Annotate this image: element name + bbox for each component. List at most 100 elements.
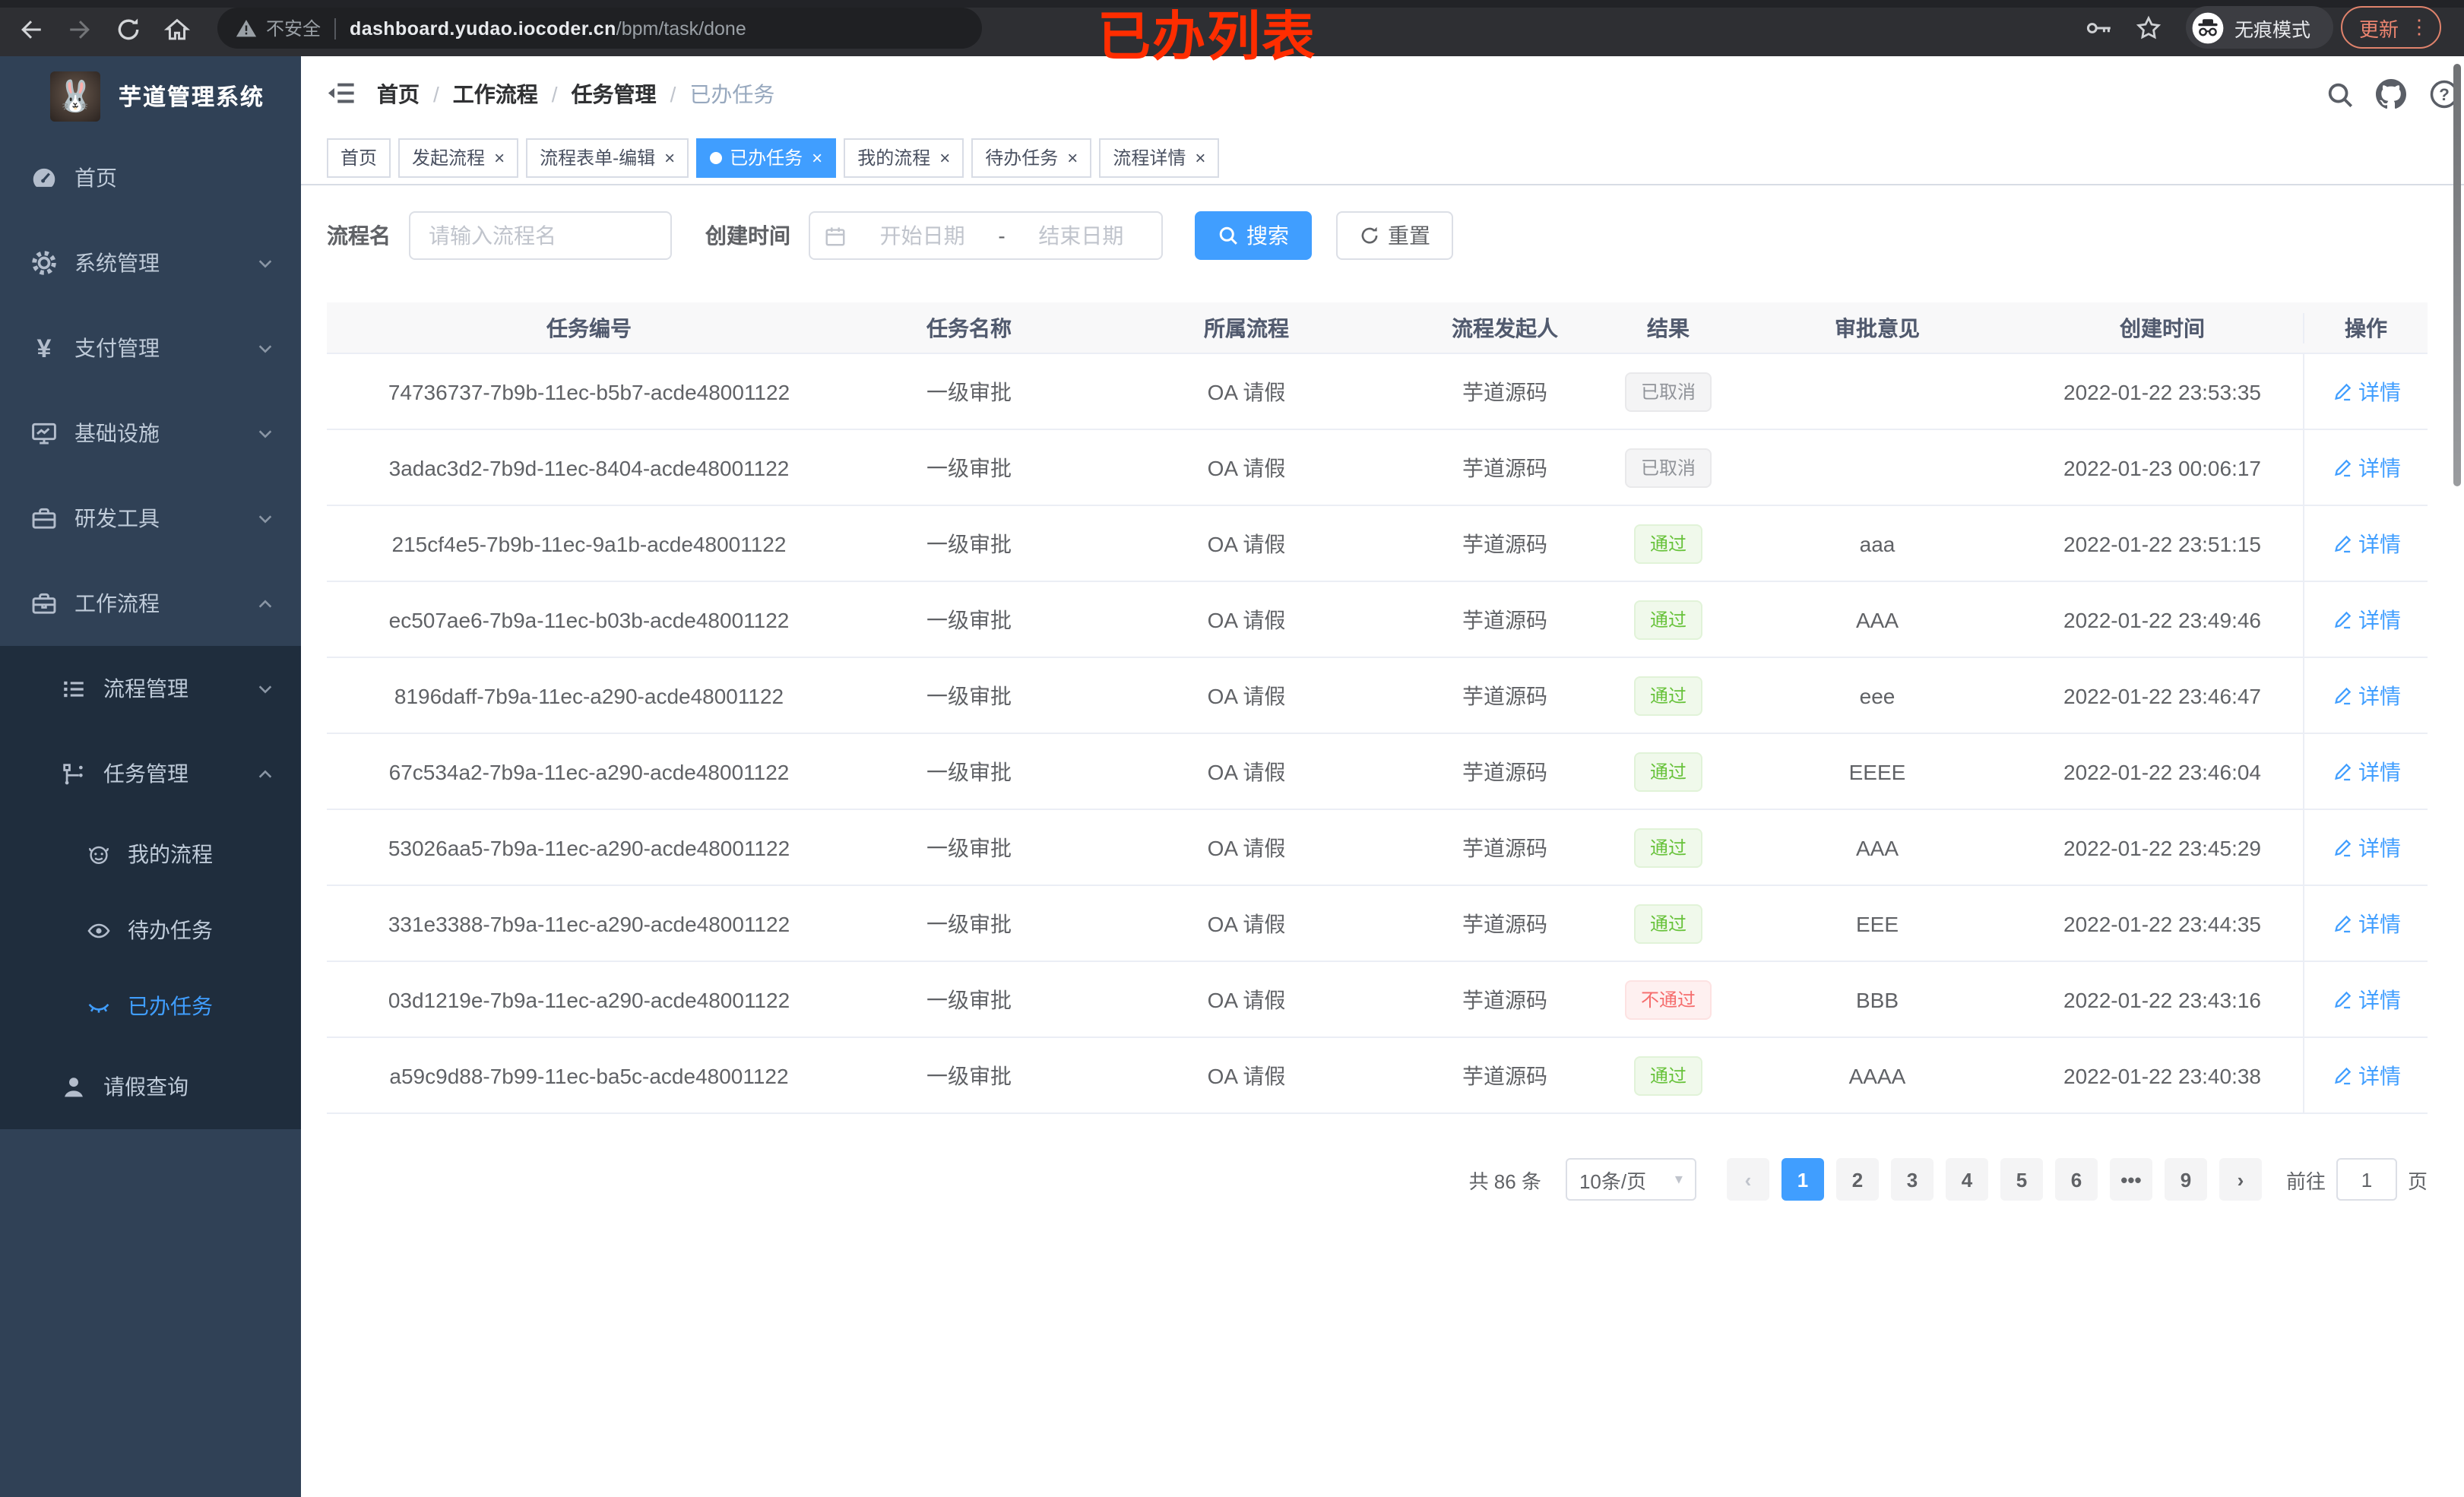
cell-result: 不通过	[1604, 962, 1733, 1037]
tab-首页[interactable]: 首页	[327, 138, 391, 177]
filter-form: 流程名 请输入流程名 创建时间 开始日期 - 结束日期 搜索 重置	[327, 211, 2438, 260]
detail-link[interactable]: 详情	[2331, 604, 2401, 635]
tab-close-icon[interactable]: ×	[812, 148, 822, 166]
github-icon[interactable]	[2376, 79, 2406, 109]
sidebar-item-已办任务[interactable]: 已办任务	[0, 968, 301, 1044]
cell-starter: 芋道源码	[1462, 683, 1547, 707]
cell-actions: 详情	[2303, 506, 2428, 581]
tab-close-icon[interactable]: ×	[664, 148, 675, 166]
menu-item-label: 我的流程	[128, 842, 213, 866]
cell-process: OA 请假	[1207, 683, 1286, 707]
sidebar-item-系统管理[interactable]: 系统管理	[0, 220, 301, 305]
reset-button[interactable]: 重置	[1336, 211, 1453, 260]
breadcrumb-item-工作流程[interactable]: 工作流程	[453, 78, 538, 109]
sidebar-item-研发工具[interactable]: 研发工具	[0, 476, 301, 561]
url-path[interactable]: /bpm/task/done	[616, 17, 746, 39]
detail-link[interactable]: 详情	[2331, 756, 2401, 786]
goto-page-input[interactable]: 1	[2336, 1158, 2397, 1201]
breadcrumb-item-任务管理[interactable]: 任务管理	[572, 78, 657, 109]
date-range-input[interactable]: 开始日期 - 结束日期	[809, 211, 1163, 260]
url-bar[interactable]: 不安全 dashboard.yudao.iocoder.cn/bpm/task/…	[217, 8, 982, 49]
sidebar-item-支付管理[interactable]: ¥ 支付管理	[0, 305, 301, 391]
tab-close-icon[interactable]: ×	[494, 148, 505, 166]
cell-comment	[1733, 430, 2022, 505]
detail-link[interactable]: 详情	[2331, 528, 2401, 559]
search-button[interactable]: 搜索	[1195, 211, 1312, 260]
cell-result: 通过	[1604, 1038, 1733, 1112]
result-badge: 通过	[1634, 676, 1702, 715]
range-separator: -	[998, 223, 1006, 248]
page-size-select[interactable]: 10条/页 ▾	[1565, 1158, 1696, 1201]
detail-link[interactable]: 详情	[2331, 984, 2401, 1014]
browser-back-icon[interactable]	[14, 12, 47, 46]
sidebar-item-工作流程[interactable]: 工作流程	[0, 561, 301, 646]
tab-流程详情[interactable]: 流程详情 ×	[1099, 138, 1220, 177]
tab-流程表单-编辑[interactable]: 流程表单-编辑 ×	[526, 138, 689, 177]
detail-link[interactable]: 详情	[2331, 680, 2401, 711]
sidebar-item-待办任务[interactable]: 待办任务	[0, 892, 301, 968]
sidebar-item-基础设施[interactable]: 基础设施	[0, 391, 301, 476]
page-unit-label: 页	[2407, 1169, 2428, 1192]
browser-reload-icon[interactable]	[111, 12, 144, 46]
next-page-button[interactable]: ›	[2219, 1158, 2262, 1201]
page-button-4[interactable]: 4	[1945, 1158, 1988, 1201]
app-logo[interactable]: 🐰 芋道管理系统	[0, 56, 301, 135]
sidebar-item-流程管理[interactable]: 流程管理	[0, 646, 301, 731]
cell-created-time: 2022-01-22 23:53:35	[2063, 379, 2261, 404]
cell-task-name: 一级审批	[926, 683, 1012, 707]
security-label[interactable]: 不安全	[266, 15, 321, 41]
tab-close-icon[interactable]: ×	[1067, 148, 1078, 166]
detail-link[interactable]: 详情	[2331, 908, 2401, 938]
cell-created-time: 2022-01-22 23:46:04	[2063, 759, 2261, 783]
dashboard-icon	[30, 164, 58, 191]
table-row: 3adac3d2-7b9d-11ec-8404-acde48001122 一级审…	[327, 430, 2428, 506]
page-button-9[interactable]: 9	[2164, 1158, 2207, 1201]
sidebar-item-首页[interactable]: 首页	[0, 135, 301, 220]
detail-link[interactable]: 详情	[2331, 832, 2401, 862]
process-name-input[interactable]: 请输入流程名	[409, 211, 672, 260]
detail-link[interactable]: 详情	[2331, 376, 2401, 407]
security-warning-icon[interactable]	[236, 18, 257, 38]
breadcrumb-item-首页[interactable]: 首页	[377, 78, 420, 109]
page-button-5[interactable]: 5	[2000, 1158, 2043, 1201]
cell-task-name: 一级审批	[926, 607, 1012, 631]
page-button-3[interactable]: 3	[1890, 1158, 1934, 1201]
window-scrollbar[interactable]	[2453, 64, 2461, 486]
cell-process: OA 请假	[1207, 455, 1286, 479]
table-row: 67c534a2-7b9a-11ec-a290-acde48001122 一级审…	[327, 734, 2428, 810]
result-badge: 通过	[1634, 828, 1702, 867]
sidebar-submenu: 流程管理 任务管理 我的流程 待办任务 已办任务 请假查询	[0, 646, 301, 1129]
menu-item-label: 流程管理	[103, 676, 188, 701]
browser-forward-icon[interactable]	[62, 12, 96, 46]
sidebar-item-我的流程[interactable]: 我的流程	[0, 816, 301, 892]
sidebar-item-任务管理[interactable]: 任务管理	[0, 731, 301, 816]
browser-update-button[interactable]: 更新 ⋮	[2341, 6, 2441, 49]
page-button-6[interactable]: 6	[2054, 1158, 2098, 1201]
bookmark-star-icon[interactable]	[2136, 15, 2162, 41]
page-button-1[interactable]: 1	[1781, 1158, 1824, 1201]
tab-已办任务[interactable]: 已办任务 ×	[696, 138, 837, 177]
tab-待办任务[interactable]: 待办任务 ×	[971, 138, 1092, 177]
edit-pencil-icon	[2334, 762, 2351, 780]
detail-link[interactable]: 详情	[2331, 1060, 2401, 1090]
tab-发起流程[interactable]: 发起流程 ×	[398, 138, 519, 177]
cell-result: 通过	[1604, 506, 1733, 581]
browser-home-icon[interactable]	[160, 12, 193, 46]
key-icon[interactable]	[2086, 17, 2113, 40]
tab-close-icon[interactable]: ×	[1195, 148, 1205, 166]
prev-page-button[interactable]: ‹	[1726, 1158, 1769, 1201]
url-domain[interactable]: dashboard.yudao.iocoder.cn	[350, 17, 616, 39]
sidebar-item-请假查询[interactable]: 请假查询	[0, 1044, 301, 1129]
app-title: 芋道管理系统	[119, 84, 265, 110]
flow-icon	[59, 760, 87, 787]
search-icon[interactable]	[2324, 79, 2355, 109]
tab-close-icon[interactable]: ×	[939, 148, 950, 166]
update-label[interactable]: 更新	[2359, 13, 2399, 42]
collapse-sidebar-icon[interactable]	[327, 79, 356, 108]
page-button-2[interactable]: 2	[1835, 1158, 1879, 1201]
tab-我的流程[interactable]: 我的流程 ×	[844, 138, 964, 177]
detail-link[interactable]: 详情	[2331, 452, 2401, 483]
page-ellipsis[interactable]: •••	[2109, 1158, 2152, 1201]
browser-menu-dots-icon[interactable]: ⋮	[2409, 15, 2429, 40]
cell-task-id: a59c9d88-7b99-11ec-ba5c-acde48001122	[389, 1063, 789, 1087]
